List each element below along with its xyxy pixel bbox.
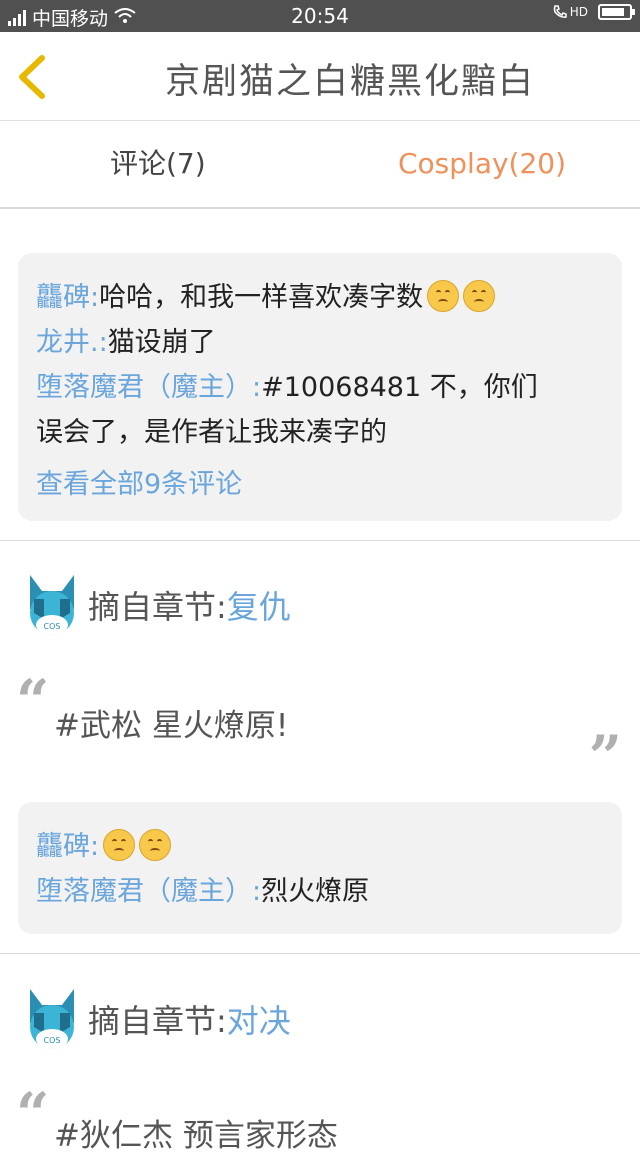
tab-bar: 评论(7) Cosplay(20) (0, 121, 640, 209)
nav-header: 京剧猫之白糖黑化黯白 (0, 32, 640, 121)
call-hd-icon: HD (552, 4, 588, 20)
chapter-name-link[interactable]: 复仇 (227, 582, 291, 628)
chapter-label: 摘自章节: (88, 588, 227, 626)
comment-text: 哈哈，和我一样喜欢凑字数 (99, 282, 424, 313)
comment-item: 堕落魔君（魔主）:#10068481 不，你们 误会了，是作者让我来凑字的 (36, 365, 604, 455)
comment-text: 猫设崩了 (107, 327, 216, 358)
quote-close-icon: ” (588, 723, 622, 791)
quote-open-icon: “ (16, 1080, 50, 1148)
comment-text: #10068481 不，你们 (261, 372, 538, 403)
post-text: #狄仁杰 预言家形态 (54, 1118, 338, 1154)
post-header: COS 摘自章节: 对决 (26, 984, 291, 1054)
comment-user[interactable]: 堕落魔君（魔主）: (36, 876, 261, 907)
comment-text-continued: 误会了，是作者让我来凑字的 (36, 417, 387, 448)
battery-icon (598, 4, 635, 20)
divider (0, 953, 640, 954)
post-header: COS 摘自章节: 复仇 (26, 570, 291, 640)
avatar-label: COS (44, 1036, 61, 1045)
comment-user[interactable]: 龙井.: (36, 327, 108, 358)
chapter-name-link[interactable]: 对决 (227, 996, 291, 1042)
comment-text: 烈火燎原 (261, 876, 370, 907)
tab-comments[interactable]: 评论(7) (110, 121, 206, 207)
comment-user[interactable]: 堕落魔君（魔主）: (36, 372, 261, 403)
chevron-left-icon (19, 55, 45, 99)
view-all-comments-link[interactable]: 查看全部9条评论 (36, 455, 604, 515)
tab-cosplay[interactable]: Cosplay(20) (398, 121, 566, 207)
comment-item: 堕落魔君（魔主）:烈火燎原 (36, 869, 604, 914)
hd-label: HD (569, 5, 588, 19)
post-text: #武松 星火燎原! (54, 708, 289, 744)
cat-cos-avatar-icon[interactable]: COS (26, 573, 78, 637)
comment-item: 龘碑: (36, 824, 604, 869)
divider (0, 540, 640, 541)
back-button[interactable] (14, 54, 54, 100)
avatar-label: COS (44, 622, 61, 631)
upside-down-face-emoji-icon (427, 280, 460, 312)
comment-user[interactable]: 龘碑: (36, 831, 99, 862)
clock: 20:54 (291, 4, 349, 28)
comment-item: 龙井.:猫设崩了 (36, 320, 604, 365)
comment-user[interactable]: 龘碑: (36, 282, 99, 313)
status-bar: 中国移动 20:54 HD (0, 0, 640, 32)
comment-item: 龘碑:哈哈，和我一样喜欢凑字数 (36, 275, 604, 320)
comment-box: 龘碑: 堕落魔君（魔主）:烈火燎原 (18, 802, 622, 934)
cat-cos-avatar-icon[interactable]: COS (26, 987, 78, 1051)
upside-down-face-emoji-icon (463, 280, 496, 312)
comment-box: 龘碑:哈哈，和我一样喜欢凑字数 龙井.:猫设崩了 堕落魔君（魔主）:#10068… (18, 253, 622, 521)
chapter-label: 摘自章节: (88, 1002, 227, 1040)
upside-down-face-emoji-icon (103, 829, 136, 861)
quote-open-icon: “ (16, 667, 50, 735)
upside-down-face-emoji-icon (139, 829, 172, 861)
page-title: 京剧猫之白糖黑化黯白 (164, 62, 535, 102)
